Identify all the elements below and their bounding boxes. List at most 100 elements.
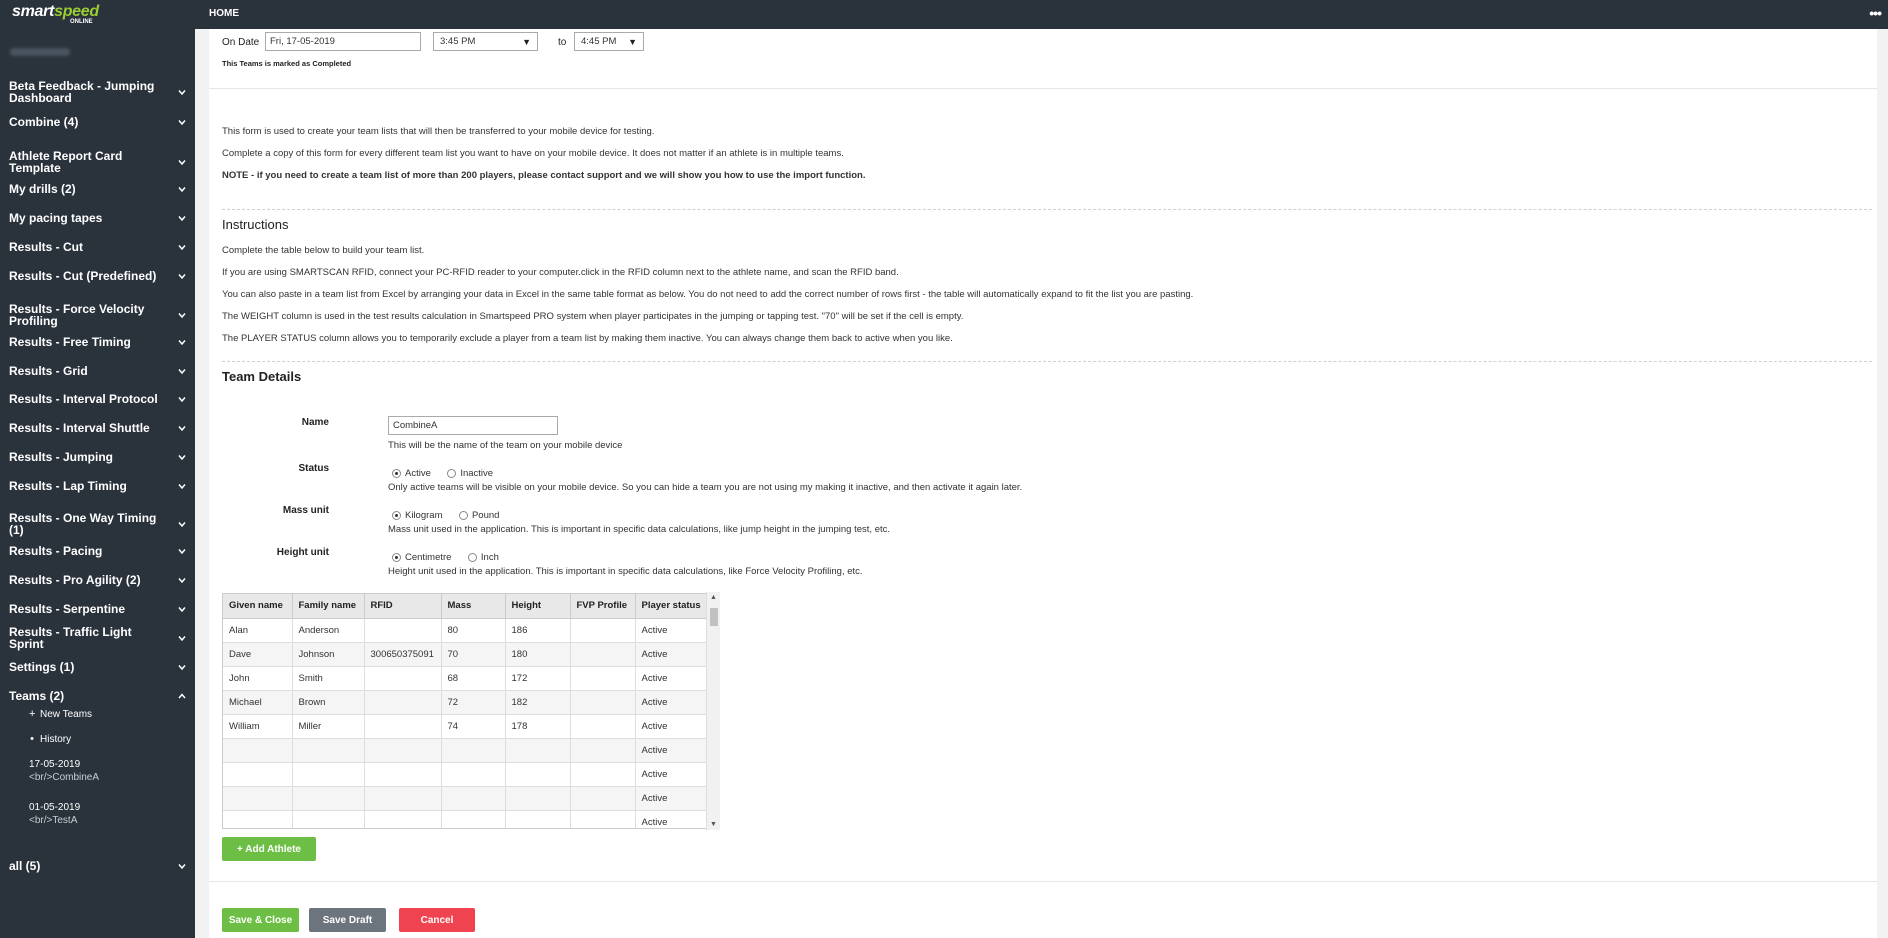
table-cell[interactable]: Active: [635, 690, 711, 715]
table-cell[interactable]: Active: [635, 762, 711, 787]
sidebar-item[interactable]: Results - Jumping: [0, 450, 195, 464]
table-header-cell[interactable]: Player status: [635, 594, 711, 619]
sidebar-item[interactable]: Results - Lap Timing: [0, 479, 195, 493]
table-cell[interactable]: [364, 690, 442, 715]
table-cell[interactable]: William: [223, 714, 293, 739]
sidebar-item[interactable]: Results - Interval Shuttle: [0, 421, 195, 435]
add-athlete-button[interactable]: + Add Athlete: [222, 837, 316, 861]
sidebar-item[interactable]: Combine (4): [0, 115, 195, 129]
table-cell[interactable]: [505, 810, 571, 828]
status-active-radio[interactable]: Active: [392, 468, 431, 479]
scroll-down-icon[interactable]: ▼: [710, 821, 717, 828]
table-cell[interactable]: [441, 786, 506, 811]
table-row[interactable]: Alan Anderson 80 186 Active: [223, 618, 711, 643]
table-cell[interactable]: [364, 762, 442, 787]
scroll-up-icon[interactable]: ▲: [710, 594, 717, 601]
sidebar-item[interactable]: Results - Free Timing: [0, 335, 195, 349]
sidebar-item[interactable]: all (5): [0, 859, 195, 873]
more-menu-icon[interactable]: •••: [1869, 5, 1882, 21]
sidebar-item[interactable]: Results - Pro Agility (2): [0, 573, 195, 587]
table-cell[interactable]: Active: [635, 666, 711, 691]
sidebar-item[interactable]: Beta Feedback - Jumping Dashboard: [0, 79, 195, 105]
table-cell[interactable]: [223, 810, 293, 828]
table-cell[interactable]: [364, 810, 442, 828]
table-header-cell[interactable]: RFID: [364, 594, 442, 619]
history-item[interactable]: 17-05-2019 <br/>CombineA: [29, 758, 99, 784]
table-cell[interactable]: Brown: [292, 690, 365, 715]
table-cell[interactable]: Michael: [223, 690, 293, 715]
sidebar-item[interactable]: Results - Serpentine: [0, 602, 195, 616]
table-row[interactable]: John Smith 68 172 Active: [223, 666, 711, 691]
sidebar-item[interactable]: Results - Traffic Light Sprint: [0, 626, 195, 650]
sidebar-item[interactable]: My drills (2): [0, 182, 195, 196]
table-cell[interactable]: Johnson: [292, 642, 365, 667]
status-inactive-radio[interactable]: Inactive: [447, 468, 493, 479]
table-cell[interactable]: Active: [635, 786, 711, 811]
table-header-cell[interactable]: Height: [505, 594, 571, 619]
table-cell[interactable]: 72: [441, 690, 506, 715]
table-cell[interactable]: Dave: [223, 642, 293, 667]
table-cell[interactable]: 68: [441, 666, 506, 691]
mass-pound-radio[interactable]: Pound: [458, 510, 499, 521]
table-cell[interactable]: [505, 786, 571, 811]
history-item[interactable]: 01-05-2019 <br/>TestA: [29, 801, 80, 827]
height-inch-radio[interactable]: Inch: [467, 552, 499, 563]
table-cell[interactable]: [223, 738, 293, 763]
table-cell[interactable]: 180: [505, 642, 571, 667]
table-row[interactable]: Michael Brown 72 182 Active: [223, 690, 711, 715]
sidebar-item[interactable]: Results - Force Velocity Profiling: [0, 302, 195, 328]
table-cell[interactable]: [570, 762, 636, 787]
table-cell[interactable]: Active: [635, 642, 711, 667]
sidebar-item[interactable]: Results - Grid: [0, 364, 195, 378]
save-draft-button[interactable]: Save Draft: [309, 908, 386, 932]
table-cell[interactable]: 300650375091: [364, 642, 442, 667]
table-cell[interactable]: 70: [441, 642, 506, 667]
table-cell[interactable]: 74: [441, 714, 506, 739]
table-cell[interactable]: [292, 738, 365, 763]
table-cell[interactable]: [570, 666, 636, 691]
mass-kilogram-radio[interactable]: Kilogram: [392, 510, 443, 521]
to-time-select[interactable]: 4:45 PM ▼: [574, 32, 644, 51]
sidebar-item[interactable]: Results - Pacing: [0, 544, 195, 558]
sidebar-item[interactable]: Results - One Way Timing (1): [0, 511, 195, 537]
table-cell[interactable]: Miller: [292, 714, 365, 739]
table-cell[interactable]: [570, 618, 636, 643]
sidebar-item[interactable]: Athlete Report Card Template: [0, 149, 195, 175]
table-row[interactable]: Active: [223, 810, 711, 828]
save-close-button[interactable]: Save & Close: [222, 908, 299, 932]
table-cell[interactable]: [364, 666, 442, 691]
brand-logo[interactable]: smartspeed ONLINE: [12, 3, 99, 25]
home-link[interactable]: HOME: [209, 8, 239, 19]
table-row[interactable]: Dave Johnson 300650375091 70 180 Active: [223, 642, 711, 667]
table-row[interactable]: William Miller 74 178 Active: [223, 714, 711, 739]
sidebar-item[interactable]: Results - Cut: [0, 240, 195, 254]
table-cell[interactable]: [364, 618, 442, 643]
table-cell[interactable]: Active: [635, 810, 711, 828]
table-cell[interactable]: [364, 786, 442, 811]
table-cell[interactable]: [364, 738, 442, 763]
table-cell[interactable]: Anderson: [292, 618, 365, 643]
cancel-button[interactable]: Cancel: [399, 908, 475, 932]
sidebar-item[interactable]: Settings (1): [0, 660, 195, 674]
sidebar-subitem-new-teams[interactable]: + New Teams: [29, 708, 92, 720]
table-cell[interactable]: [570, 810, 636, 828]
table-cell[interactable]: [570, 738, 636, 763]
table-cell[interactable]: [292, 810, 365, 828]
table-cell[interactable]: [441, 762, 506, 787]
table-cell[interactable]: [505, 762, 571, 787]
table-cell[interactable]: [441, 738, 506, 763]
table-cell[interactable]: Smith: [292, 666, 365, 691]
table-header-cell[interactable]: Mass: [441, 594, 506, 619]
table-scrollbar[interactable]: ▲ ▼: [706, 592, 720, 830]
table-cell[interactable]: [570, 642, 636, 667]
table-cell[interactable]: [570, 786, 636, 811]
sidebar-item[interactable]: Teams (2): [0, 689, 195, 703]
table-cell[interactable]: John: [223, 666, 293, 691]
table-cell[interactable]: [505, 738, 571, 763]
table-cell[interactable]: [570, 714, 636, 739]
table-row[interactable]: Active: [223, 762, 711, 787]
table-cell[interactable]: [292, 762, 365, 787]
table-cell[interactable]: 182: [505, 690, 571, 715]
table-cell[interactable]: [292, 786, 365, 811]
table-cell[interactable]: [441, 810, 506, 828]
